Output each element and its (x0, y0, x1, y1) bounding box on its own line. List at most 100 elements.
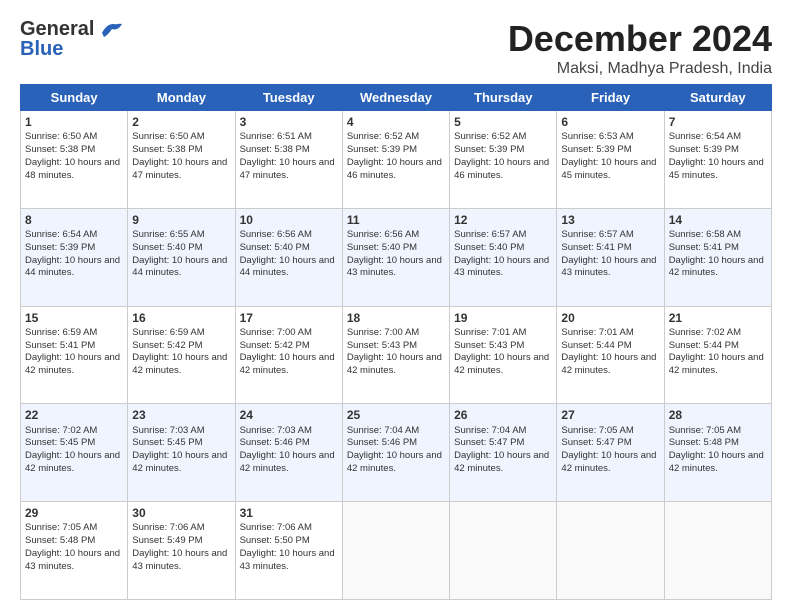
sunset: Sunset: 5:44 PM (669, 340, 739, 351)
col-saturday: Saturday (664, 85, 771, 111)
calendar-cell: 23Sunrise: 7:03 AMSunset: 5:45 PMDayligh… (128, 404, 235, 502)
sunrise: Sunrise: 7:04 AM (347, 425, 419, 436)
day-number: 16 (132, 310, 230, 326)
daylight: Daylight: 10 hours and 42 minutes. (454, 450, 549, 474)
sunset: Sunset: 5:43 PM (454, 340, 524, 351)
daylight: Daylight: 10 hours and 42 minutes. (669, 450, 764, 474)
sunrise: Sunrise: 7:02 AM (25, 425, 97, 436)
sunrise: Sunrise: 6:52 AM (347, 131, 419, 142)
daylight: Daylight: 10 hours and 46 minutes. (454, 157, 549, 181)
day-number: 18 (347, 310, 445, 326)
daylight: Daylight: 10 hours and 42 minutes. (240, 352, 335, 376)
calendar-cell: 12Sunrise: 6:57 AMSunset: 5:40 PMDayligh… (450, 208, 557, 306)
daylight: Daylight: 10 hours and 42 minutes. (669, 255, 764, 279)
calendar-cell: 22Sunrise: 7:02 AMSunset: 5:45 PMDayligh… (21, 404, 128, 502)
daylight: Daylight: 10 hours and 42 minutes. (347, 450, 442, 474)
calendar-table: Sunday Monday Tuesday Wednesday Thursday… (20, 84, 772, 600)
daylight: Daylight: 10 hours and 42 minutes. (240, 450, 335, 474)
sunrise: Sunrise: 7:02 AM (669, 327, 741, 338)
sunrise: Sunrise: 7:05 AM (561, 425, 633, 436)
sunset: Sunset: 5:41 PM (25, 340, 95, 351)
logo-block: General Blue (20, 18, 126, 60)
calendar-cell: 18Sunrise: 7:00 AMSunset: 5:43 PMDayligh… (342, 306, 449, 404)
sunset: Sunset: 5:39 PM (669, 144, 739, 155)
calendar-cell: 21Sunrise: 7:02 AM Sunset: 5:44 PMDayligh… (664, 306, 771, 404)
sunset: Sunset: 5:40 PM (454, 242, 524, 253)
sunset: Sunset: 5:48 PM (25, 535, 95, 546)
logo-bird-icon (98, 19, 126, 39)
col-friday: Friday (557, 85, 664, 111)
calendar-cell: 19Sunrise: 7:01 AMSunset: 5:43 PMDayligh… (450, 306, 557, 404)
sunrise: Sunrise: 6:56 AM (240, 229, 312, 240)
logo: General Blue (20, 18, 126, 60)
sunrise: Sunrise: 6:56 AM (347, 229, 419, 240)
sunrise: Sunrise: 7:01 AM (454, 327, 526, 338)
calendar-cell: 28Sunrise: 7:05 AMSunset: 5:48 PMDayligh… (664, 404, 771, 502)
daylight: Daylight: 10 hours and 44 minutes. (132, 255, 227, 279)
sunrise: Sunrise: 7:01 AM (561, 327, 633, 338)
daylight: Daylight: 10 hours and 42 minutes. (454, 352, 549, 376)
sunset: Sunset: 5:44 PM (561, 340, 631, 351)
day-number: 17 (240, 310, 338, 326)
daylight: Daylight: 10 hours and 42 minutes. (25, 450, 120, 474)
day-number: 11 (347, 212, 445, 228)
daylight: Daylight: 10 hours and 43 minutes. (347, 255, 442, 279)
calendar-cell: 24Sunrise: 7:03 AMSunset: 5:46 PMDayligh… (235, 404, 342, 502)
daylight: Daylight: 10 hours and 48 minutes. (25, 157, 120, 181)
day-number: 3 (240, 114, 338, 130)
sunrise: Sunrise: 6:52 AM (454, 131, 526, 142)
sunrise: Sunrise: 6:57 AM (454, 229, 526, 240)
day-number: 8 (25, 212, 123, 228)
daylight: Daylight: 10 hours and 42 minutes. (347, 352, 442, 376)
day-number: 28 (669, 407, 767, 423)
sunrise: Sunrise: 6:51 AM (240, 131, 312, 142)
daylight: Daylight: 10 hours and 42 minutes. (25, 352, 120, 376)
day-number: 6 (561, 114, 659, 130)
daylight: Daylight: 10 hours and 42 minutes. (669, 352, 764, 376)
header-row: Sunday Monday Tuesday Wednesday Thursday… (21, 85, 772, 111)
sunset: Sunset: 5:39 PM (347, 144, 417, 155)
sunrise: Sunrise: 6:55 AM (132, 229, 204, 240)
calendar-cell: 27Sunrise: 7:05 AMSunset: 5:47 PMDayligh… (557, 404, 664, 502)
calendar-cell: 16Sunrise: 6:59 AMSunset: 5:42 PMDayligh… (128, 306, 235, 404)
calendar-cell: 26Sunrise: 7:04 AMSunset: 5:47 PMDayligh… (450, 404, 557, 502)
calendar-cell: 3Sunrise: 6:51 AMSunset: 5:38 PMDaylight… (235, 111, 342, 209)
logo-blue: Blue (20, 38, 126, 60)
day-number: 25 (347, 407, 445, 423)
sunrise: Sunrise: 7:00 AM (347, 327, 419, 338)
logo-general: General (20, 18, 94, 40)
calendar-cell: 14Sunrise: 6:58 AMSunset: 5:41 PMDayligh… (664, 208, 771, 306)
daylight: Daylight: 10 hours and 42 minutes. (132, 450, 227, 474)
sunset: Sunset: 5:39 PM (25, 242, 95, 253)
sunset: Sunset: 5:40 PM (347, 242, 417, 253)
sunrise: Sunrise: 7:06 AM (240, 522, 312, 533)
calendar-week-5: 29Sunrise: 7:05 AMSunset: 5:48 PMDayligh… (21, 502, 772, 600)
day-number: 13 (561, 212, 659, 228)
calendar-body: 1Sunrise: 6:50 AMSunset: 5:38 PMDaylight… (21, 111, 772, 600)
day-number: 15 (25, 310, 123, 326)
daylight: Daylight: 10 hours and 46 minutes. (347, 157, 442, 181)
sunset: Sunset: 5:42 PM (240, 340, 310, 351)
sunset: Sunset: 5:41 PM (561, 242, 631, 253)
calendar-cell: 31Sunrise: 7:06 AMSunset: 5:50 PMDayligh… (235, 502, 342, 600)
calendar-week-1: 1Sunrise: 6:50 AMSunset: 5:38 PMDaylight… (21, 111, 772, 209)
logo-wrapper: General Blue (20, 18, 126, 60)
day-number: 31 (240, 505, 338, 521)
calendar-cell (450, 502, 557, 600)
daylight: Daylight: 10 hours and 45 minutes. (669, 157, 764, 181)
sunrise: Sunrise: 7:04 AM (454, 425, 526, 436)
sunrise: Sunrise: 6:50 AM (132, 131, 204, 142)
daylight: Daylight: 10 hours and 44 minutes. (25, 255, 120, 279)
col-monday: Monday (128, 85, 235, 111)
calendar-cell: 25Sunrise: 7:04 AMSunset: 5:46 PMDayligh… (342, 404, 449, 502)
calendar-cell: 6Sunrise: 6:53 AMSunset: 5:39 PMDaylight… (557, 111, 664, 209)
sunset: Sunset: 5:40 PM (240, 242, 310, 253)
daylight: Daylight: 10 hours and 42 minutes. (561, 352, 656, 376)
sunrise: Sunrise: 6:54 AM (25, 229, 97, 240)
daylight: Daylight: 10 hours and 42 minutes. (132, 352, 227, 376)
col-sunday: Sunday (21, 85, 128, 111)
day-number: 12 (454, 212, 552, 228)
calendar-cell: 5Sunrise: 6:52 AMSunset: 5:39 PMDaylight… (450, 111, 557, 209)
day-number: 21 (669, 310, 767, 326)
sunrise: Sunrise: 6:58 AM (669, 229, 741, 240)
